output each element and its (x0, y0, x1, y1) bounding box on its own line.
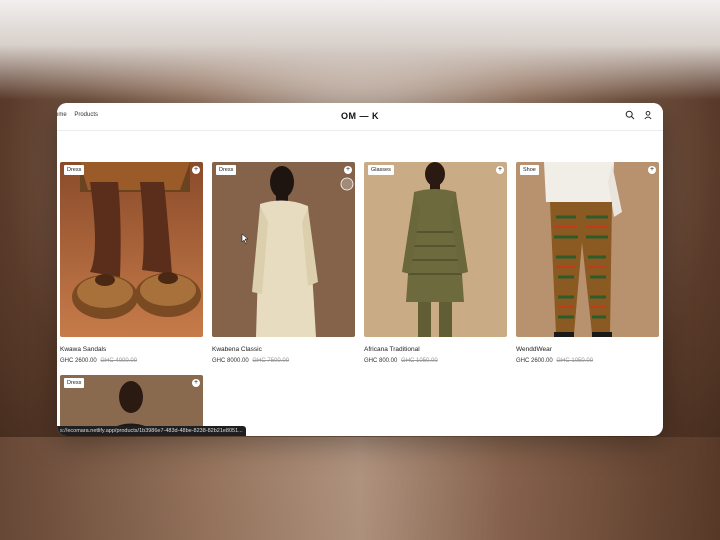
original-price: GHC 4000.00 (100, 358, 138, 364)
current-price: GHC 2600.00 (516, 358, 553, 364)
product-price: GHC 800.00 GHC 1050.00 (364, 358, 438, 364)
brand-logo[interactable]: OM — K (57, 111, 663, 121)
product-title[interactable]: Africana Traditional (364, 346, 420, 353)
product-image-traditional[interactable]: Glasses + (364, 162, 507, 337)
original-price: GHC 1050.00 (401, 358, 438, 364)
product-tag: Dress (216, 165, 237, 175)
current-price: GHC 2600.00 (60, 358, 97, 364)
add-icon[interactable]: + (192, 379, 200, 387)
product-image-sandals[interactable]: Dress + (60, 162, 203, 337)
product-price: GHC 2600.00 GHC 4000.00 (60, 358, 137, 364)
original-price: GHC 1050.00 (556, 358, 594, 364)
product-image-trousers[interactable]: Shoe + (516, 162, 659, 337)
current-price: GHC 8000.00 (212, 358, 249, 364)
current-price: GHC 800.00 (364, 358, 398, 364)
product-title[interactable]: Kwawa Sandals (60, 346, 106, 353)
product-tag: Shoe (520, 165, 539, 175)
blurred-background-bottom (0, 437, 720, 540)
site-header: ome Products OM — K (57, 103, 663, 131)
user-icon[interactable] (643, 110, 653, 120)
product-price: GHC 8000.00 GHC 7500.00 (212, 358, 289, 364)
product-image-shirt[interactable]: Dress + (212, 162, 355, 337)
add-icon[interactable]: + (344, 166, 352, 174)
product-tag: Dress (64, 165, 85, 175)
add-icon[interactable]: + (192, 166, 200, 174)
product-tag: Glasses (368, 165, 394, 175)
product-tag: Dress (64, 378, 85, 388)
original-price: GHC 7500.00 (252, 358, 290, 364)
link-status-bar: s://ecomara.netlify.app/products/1b3986e… (57, 426, 246, 436)
browser-window: ome Products OM — K (57, 103, 663, 436)
blurred-background-top (0, 0, 720, 100)
search-icon[interactable] (625, 110, 635, 120)
add-icon[interactable]: + (496, 166, 504, 174)
product-title[interactable]: Kwabena Classic (212, 346, 262, 353)
product-price: GHC 2600.00 GHC 1050.00 (516, 358, 593, 364)
product-title[interactable]: WenddWear (516, 346, 552, 353)
add-icon[interactable]: + (648, 166, 656, 174)
